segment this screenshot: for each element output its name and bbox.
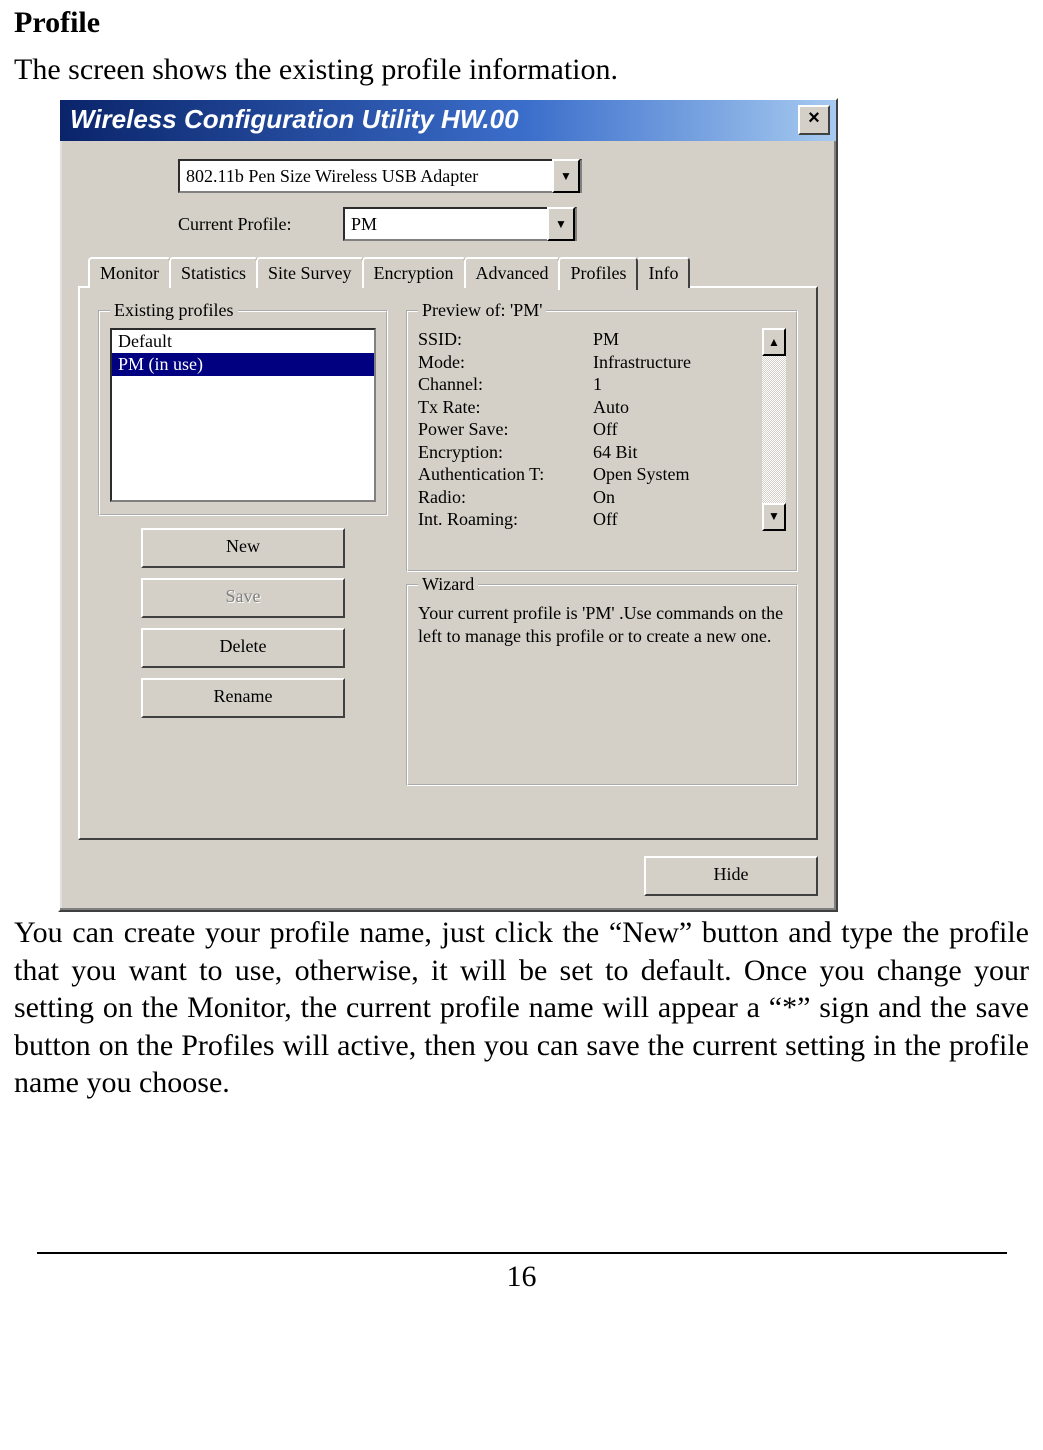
pv-power-v: Off (593, 418, 758, 441)
group-preview: Preview of: 'PM' SSID:PM Mode:Infrastruc… (406, 310, 798, 572)
pv-txrate-k: Tx Rate: (418, 396, 593, 419)
scroll-up-button[interactable]: ▲ (762, 328, 786, 356)
save-button: Save (141, 578, 345, 618)
pv-channel-v: 1 (593, 373, 758, 396)
pv-enc-v: 64 Bit (593, 441, 758, 464)
tab-info[interactable]: Info (636, 257, 690, 288)
tab-statistics[interactable]: Statistics (169, 257, 258, 288)
group-wizard-legend: Wizard (418, 574, 478, 595)
pv-auth-v: Open System (593, 463, 758, 486)
list-item-pm[interactable]: PM (in use) (112, 353, 374, 376)
page-number: 16 (507, 1260, 537, 1293)
pv-radio-v: On (593, 486, 758, 509)
adapter-combo-dropdown[interactable]: ▼ (552, 159, 580, 193)
tab-encryption[interactable]: Encryption (362, 257, 466, 288)
current-profile-label: Current Profile: (178, 214, 333, 235)
group-wizard: Wizard Your current profile is 'PM' .Use… (406, 584, 798, 786)
tab-profiles[interactable]: Profiles (558, 257, 638, 290)
pv-channel-k: Channel: (418, 373, 593, 396)
pv-auth-k: Authentication T: (418, 463, 593, 486)
current-profile-text: PM (345, 214, 547, 235)
rename-button[interactable]: Rename (141, 678, 345, 718)
current-profile-combo[interactable]: PM ▼ (343, 207, 577, 241)
current-profile-dropdown[interactable]: ▼ (547, 207, 575, 241)
new-button[interactable]: New (141, 528, 345, 568)
adapter-combo-text: 802.11b Pen Size Wireless USB Adapter (180, 166, 552, 187)
wizard-text: Your current profile is 'PM' .Use comman… (418, 602, 786, 647)
pv-mode-k: Mode: (418, 351, 593, 374)
pv-power-k: Power Save: (418, 418, 593, 441)
pv-roam-v: Off (593, 508, 758, 531)
tab-monitor[interactable]: Monitor (88, 257, 171, 288)
intro-text: The screen shows the existing profile in… (14, 52, 1029, 88)
tabs: Monitor Statistics Site Survey Encryptio… (78, 255, 818, 288)
scroll-track[interactable] (762, 356, 786, 503)
body-paragraph: You can create your profile name, just c… (14, 914, 1029, 1102)
pv-ssid-v: PM (593, 328, 758, 351)
chevron-down-icon: ▼ (555, 217, 567, 232)
group-existing-profiles: Existing profiles Default PM (in use) (98, 310, 388, 516)
app-window: Wireless Configuration Utility HW.00 × 8… (58, 98, 838, 912)
list-item-default[interactable]: Default (112, 330, 374, 353)
pv-enc-k: Encryption: (418, 441, 593, 464)
scroll-down-button[interactable]: ▼ (762, 503, 786, 531)
hide-button[interactable]: Hide (644, 856, 818, 896)
pv-roam-k: Int. Roaming: (418, 508, 593, 531)
section-heading: Profile (14, 6, 1029, 40)
titlebar: Wireless Configuration Utility HW.00 × (60, 100, 836, 141)
delete-button[interactable]: Delete (141, 628, 345, 668)
group-preview-legend: Preview of: 'PM' (418, 300, 546, 321)
tab-advanced[interactable]: Advanced (464, 257, 561, 288)
profiles-listbox[interactable]: Default PM (in use) (110, 328, 376, 502)
close-button[interactable]: × (798, 105, 830, 135)
pv-radio-k: Radio: (418, 486, 593, 509)
window-title: Wireless Configuration Utility HW.00 (70, 104, 519, 135)
adapter-combo[interactable]: 802.11b Pen Size Wireless USB Adapter ▼ (178, 159, 582, 193)
group-existing-legend: Existing profiles (110, 300, 238, 321)
close-icon: × (808, 107, 820, 129)
chevron-down-icon: ▼ (560, 169, 572, 184)
pv-txrate-v: Auto (593, 396, 758, 419)
chevron-down-icon: ▼ (768, 509, 780, 524)
tab-panel-profiles: Existing profiles Default PM (in use) Ne… (78, 286, 818, 840)
chevron-up-icon: ▲ (768, 335, 780, 350)
pv-ssid-k: SSID: (418, 328, 593, 351)
client-area: 802.11b Pen Size Wireless USB Adapter ▼ … (60, 141, 836, 856)
pv-mode-v: Infrastructure (593, 351, 758, 374)
preview-body: SSID:PM Mode:Infrastructure Channel:1 Tx… (418, 328, 758, 531)
tab-site-survey[interactable]: Site Survey (256, 257, 364, 288)
preview-scrollbar[interactable]: ▲ ▼ (762, 328, 786, 531)
